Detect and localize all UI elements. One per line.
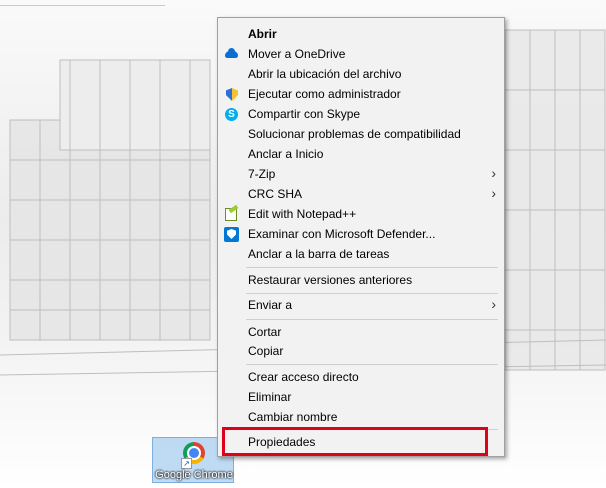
menu-item-mover-a-onedrive[interactable]: Mover a OneDrive xyxy=(218,45,504,64)
skype-icon: S xyxy=(224,107,239,122)
menu-item-compartir-con-skype[interactable]: S Compartir con Skype xyxy=(218,105,504,124)
menu-item-label: Anclar a la barra de tareas xyxy=(248,247,390,261)
notepad-plus-plus-icon xyxy=(224,207,239,222)
menu-item-label: Cambiar nombre xyxy=(248,410,338,424)
menu-item-label: Eliminar xyxy=(248,390,292,404)
menu-item-label: Ejecutar como administrador xyxy=(248,87,401,101)
menu-item-label: Mover a OneDrive xyxy=(248,47,346,61)
onedrive-cloud-icon xyxy=(224,47,239,62)
menu-item-label: CRC SHA xyxy=(248,187,303,201)
menu-item-label: Abrir la ubicación del archivo xyxy=(248,67,402,81)
uac-shield-icon xyxy=(224,87,239,102)
highlight-box-propiedades xyxy=(222,427,488,456)
desktop-icon-label: Google Chrome xyxy=(155,469,233,481)
menu-separator xyxy=(246,293,498,294)
menu-item-cambiar-nombre[interactable]: Cambiar nombre xyxy=(218,408,504,427)
menu-item-abrir-ubicacion[interactable]: Abrir la ubicación del archivo xyxy=(218,65,504,84)
chevron-right-icon: › xyxy=(491,165,496,181)
chevron-right-icon: › xyxy=(491,296,496,312)
menu-item-enviar-a[interactable]: Enviar a › xyxy=(218,296,504,315)
menu-item-examinar-defender[interactable]: Examinar con Microsoft Defender... xyxy=(218,225,504,244)
menu-item-label: Copiar xyxy=(248,344,284,358)
menu-item-eliminar[interactable]: Eliminar xyxy=(218,388,504,407)
menu-item-label: Crear acceso directo xyxy=(248,370,359,384)
menu-item-crear-acceso-directo[interactable]: Crear acceso directo xyxy=(218,368,504,387)
menu-item-crc-sha[interactable]: CRC SHA › xyxy=(218,185,504,204)
defender-icon xyxy=(224,227,239,242)
menu-separator xyxy=(246,267,498,268)
menu-separator xyxy=(246,364,498,365)
menu-item-label: Edit with Notepad++ xyxy=(248,207,357,221)
shortcut-arrow-icon: ↗ xyxy=(181,458,192,469)
menu-item-ejecutar-como-administrador[interactable]: Ejecutar como administrador xyxy=(218,85,504,104)
menu-item-solucionar-compatibilidad[interactable]: Solucionar problemas de compatibilidad xyxy=(218,125,504,144)
menu-item-restaurar-versiones[interactable]: Restaurar versiones anteriores xyxy=(218,271,504,290)
menu-item-anclar-a-inicio[interactable]: Anclar a Inicio xyxy=(218,145,504,164)
menu-item-label: Cortar xyxy=(248,325,282,339)
menu-item-label: Enviar a xyxy=(248,298,293,312)
menu-item-cortar[interactable]: Cortar xyxy=(218,323,504,342)
menu-item-abrir[interactable]: Abrir xyxy=(218,25,504,44)
menu-item-label: Abrir xyxy=(248,27,277,41)
menu-item-edit-with-notepad[interactable]: Edit with Notepad++ xyxy=(218,205,504,224)
menu-item-label: 7-Zip xyxy=(248,167,276,181)
menu-item-7zip[interactable]: 7-Zip › xyxy=(218,165,504,184)
menu-item-label: Anclar a Inicio xyxy=(248,147,324,161)
menu-item-label: Examinar con Microsoft Defender... xyxy=(248,227,436,241)
menu-separator xyxy=(246,319,498,320)
chevron-right-icon: › xyxy=(491,185,496,201)
menu-item-label: Compartir con Skype xyxy=(248,107,361,121)
context-menu: Abrir Mover a OneDrive Abrir la ubicació… xyxy=(217,17,505,457)
menu-item-label: Restaurar versiones anteriores xyxy=(248,273,413,287)
menu-item-copiar[interactable]: Copiar xyxy=(218,342,504,361)
menu-item-label: Solucionar problemas de compatibilidad xyxy=(248,127,461,141)
menu-item-anclar-barra-tareas[interactable]: Anclar a la barra de tareas xyxy=(218,245,504,264)
